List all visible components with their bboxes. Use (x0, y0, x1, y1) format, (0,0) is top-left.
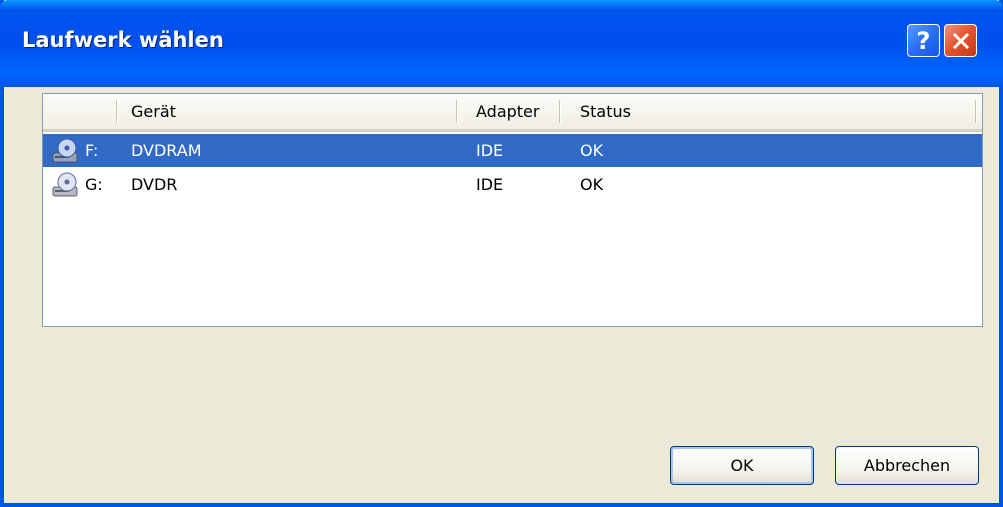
title-bar[interactable]: Laufwerk wählen ? (0, 0, 1003, 87)
status-value: OK (580, 175, 604, 194)
column-separator[interactable] (116, 100, 118, 123)
column-header-status[interactable]: Status (580, 94, 631, 129)
status-value: OK (580, 141, 604, 160)
adapter-value: IDE (476, 175, 504, 194)
drive-letter: F: (85, 141, 99, 160)
help-button[interactable]: ? (907, 24, 940, 57)
drive-row[interactable]: F: DVDRAM IDE OK (43, 134, 982, 167)
list-header: Gerät Adapter Status (43, 94, 982, 132)
drive-row[interactable]: G: DVDR IDE OK (43, 168, 982, 201)
column-header-device[interactable]: Gerät (131, 94, 176, 129)
column-header-adapter[interactable]: Adapter (476, 94, 539, 129)
drive-list[interactable]: Gerät Adapter Status F: DVDRAM IDE OK G:… (42, 93, 983, 327)
device-name: DVDRAM (131, 141, 202, 160)
column-separator[interactable] (559, 100, 561, 123)
cd-drive-icon (52, 138, 78, 163)
cd-drive-icon (52, 172, 78, 197)
ok-button[interactable]: OK (670, 446, 814, 485)
close-icon (952, 32, 969, 49)
column-separator[interactable] (975, 100, 977, 123)
cancel-button[interactable]: Abbrechen (835, 446, 979, 485)
column-separator[interactable] (456, 100, 458, 123)
close-button[interactable] (944, 24, 977, 57)
adapter-value: IDE (476, 141, 504, 160)
help-icon: ? (916, 26, 931, 55)
drive-letter: G: (85, 175, 103, 194)
device-name: DVDR (131, 175, 178, 194)
window-title: Laufwerk wählen (22, 28, 224, 52)
dialog-window: Laufwerk wählen ? Gerät Adapter Status F… (0, 0, 1003, 507)
